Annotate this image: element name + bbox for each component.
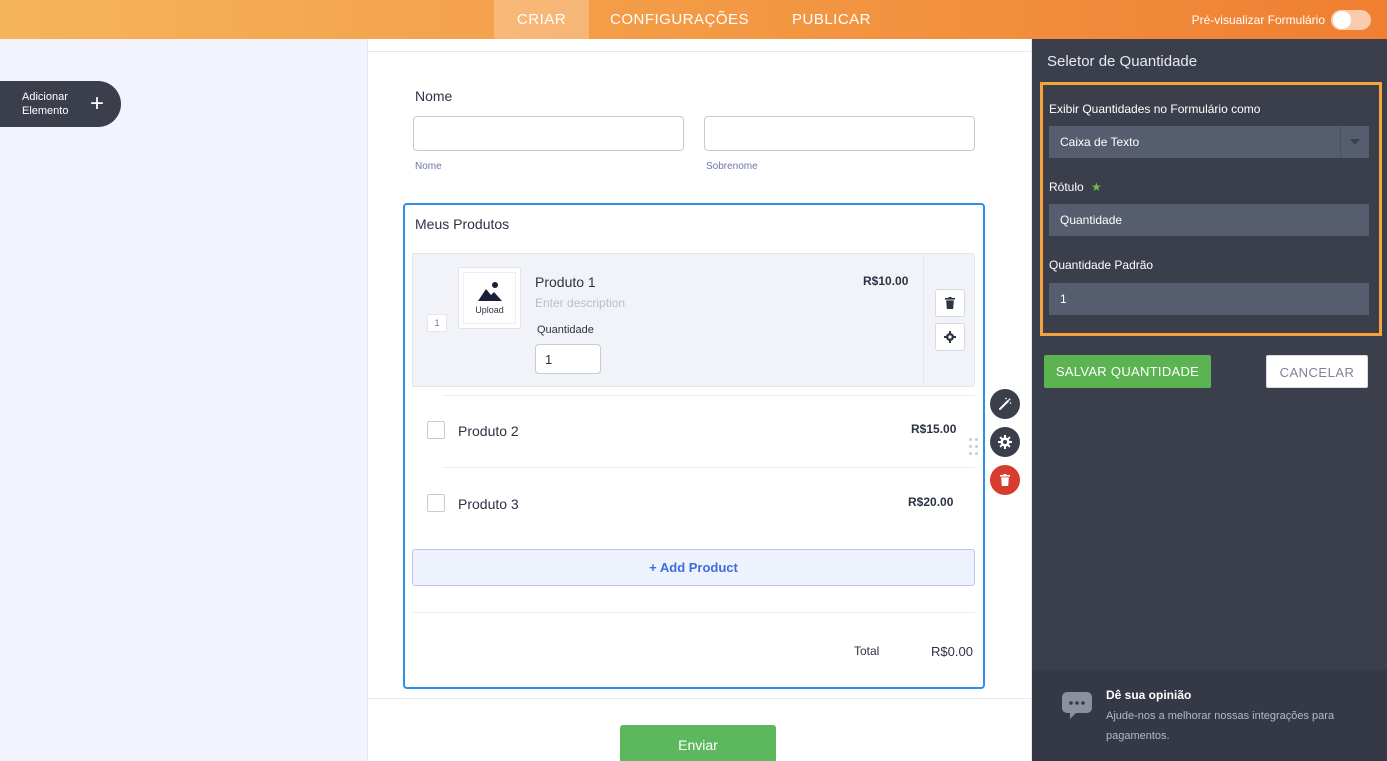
product-1-qty-input[interactable]	[535, 344, 601, 374]
add-product-button[interactable]: + Add Product	[412, 549, 975, 586]
total-value: R$0.00	[931, 644, 973, 659]
divider	[368, 51, 1031, 52]
field-settings-button[interactable]	[990, 427, 1020, 457]
cancel-button[interactable]: CANCELAR	[1266, 355, 1368, 388]
label-field-text: Rótulo	[1049, 180, 1084, 194]
display-as-dropdown[interactable]: Caixa de Texto	[1049, 126, 1369, 158]
divider	[412, 612, 975, 613]
gear-icon	[944, 331, 956, 343]
product-2-price: R$15.00	[911, 422, 957, 436]
trash-icon	[945, 297, 955, 309]
quantity-selector-panel: Seletor de Quantidade Exibir Quantidades…	[1032, 39, 1387, 761]
chevron-down-icon	[1340, 126, 1369, 158]
product-1-actions	[923, 253, 975, 387]
product-1-qty-label: Quantidade	[537, 324, 594, 336]
drag-handle[interactable]	[969, 438, 979, 456]
preview-form-label: Pré-visualizar Formulário	[1191, 12, 1325, 27]
product-3-name: Produto 3	[458, 496, 519, 512]
feedback-section[interactable]: Dê sua opinião Ajude-nos a melhorar noss…	[1032, 670, 1387, 761]
preview-form-control: Pré-visualizar Formulário	[1192, 0, 1371, 39]
delete-field-button[interactable]	[990, 465, 1020, 495]
feedback-title: Dê sua opinião	[1106, 688, 1192, 702]
upload-area: Upload	[463, 272, 516, 324]
tab-configuracoes[interactable]: CONFIGURAÇÕES	[598, 0, 761, 39]
divider	[368, 698, 1031, 699]
default-quantity-label: Quantidade Padrão	[1049, 258, 1154, 272]
add-element-button[interactable]: Adicionar Elemento +	[0, 81, 121, 127]
divider	[442, 395, 975, 396]
label-field-label: Rótulo ★	[1049, 180, 1102, 194]
first-name-sublabel: Nome	[415, 161, 442, 172]
product-3-checkbox[interactable]	[427, 494, 445, 512]
plus-icon: +	[90, 90, 105, 117]
display-as-value: Caixa de Texto	[1060, 135, 1140, 149]
toggle-knob	[1333, 10, 1351, 29]
magic-wand-icon	[999, 397, 1012, 410]
last-name-input[interactable]	[704, 116, 975, 151]
preview-form-toggle[interactable]	[1331, 9, 1371, 30]
trash-icon	[1000, 474, 1010, 486]
total-label: Total	[854, 644, 880, 658]
products-title: Meus Produtos	[415, 216, 510, 232]
tab-publicar[interactable]: PUBLICAR	[780, 0, 883, 39]
image-icon	[477, 282, 502, 301]
form-canvas: Nome Nome Sobrenome Meus Produtos 1 Uplo…	[367, 39, 1032, 761]
last-name-sublabel: Sobrenome	[706, 161, 758, 172]
save-quantity-button[interactable]: SALVAR QUANTIDADE	[1044, 355, 1211, 388]
top-navigation-bar: CRIAR CONFIGURAÇÕES PUBLICAR Pré-visuali…	[0, 0, 1387, 39]
gear-icon	[998, 435, 1012, 449]
delete-product-button[interactable]	[935, 289, 965, 317]
required-star-icon: ★	[1091, 180, 1102, 194]
divider	[442, 467, 975, 468]
label-input[interactable]: Quantidade	[1049, 204, 1369, 236]
add-element-label: Adicionar Elemento	[22, 91, 69, 117]
product-image-upload[interactable]: Upload	[458, 267, 521, 329]
product-settings-button[interactable]	[935, 323, 965, 351]
feedback-text: Ajude-nos a melhorar nossas integrações …	[1106, 710, 1335, 742]
product-2-name: Produto 2	[458, 423, 519, 439]
chat-bubble-icon	[1062, 692, 1092, 719]
tab-criar[interactable]: CRIAR	[494, 0, 589, 39]
submit-button[interactable]: Enviar	[620, 725, 776, 761]
product-1-description[interactable]: Enter description	[535, 296, 625, 310]
first-name-input[interactable]	[413, 116, 684, 151]
product-1-price: R$10.00	[863, 274, 909, 288]
display-as-label: Exibir Quantidades no Formulário como	[1049, 102, 1261, 116]
panel-title: Seletor de Quantidade	[1047, 53, 1198, 70]
upload-label: Upload	[475, 305, 504, 315]
product-1-name: Produto 1	[535, 274, 596, 290]
magic-wand-button[interactable]	[990, 389, 1020, 419]
product-3-price: R$20.00	[908, 495, 954, 509]
product-2-checkbox[interactable]	[427, 421, 445, 439]
default-quantity-input[interactable]: 1	[1049, 283, 1369, 315]
name-field-label: Nome	[415, 88, 453, 104]
product-1-badge: 1	[427, 314, 447, 332]
